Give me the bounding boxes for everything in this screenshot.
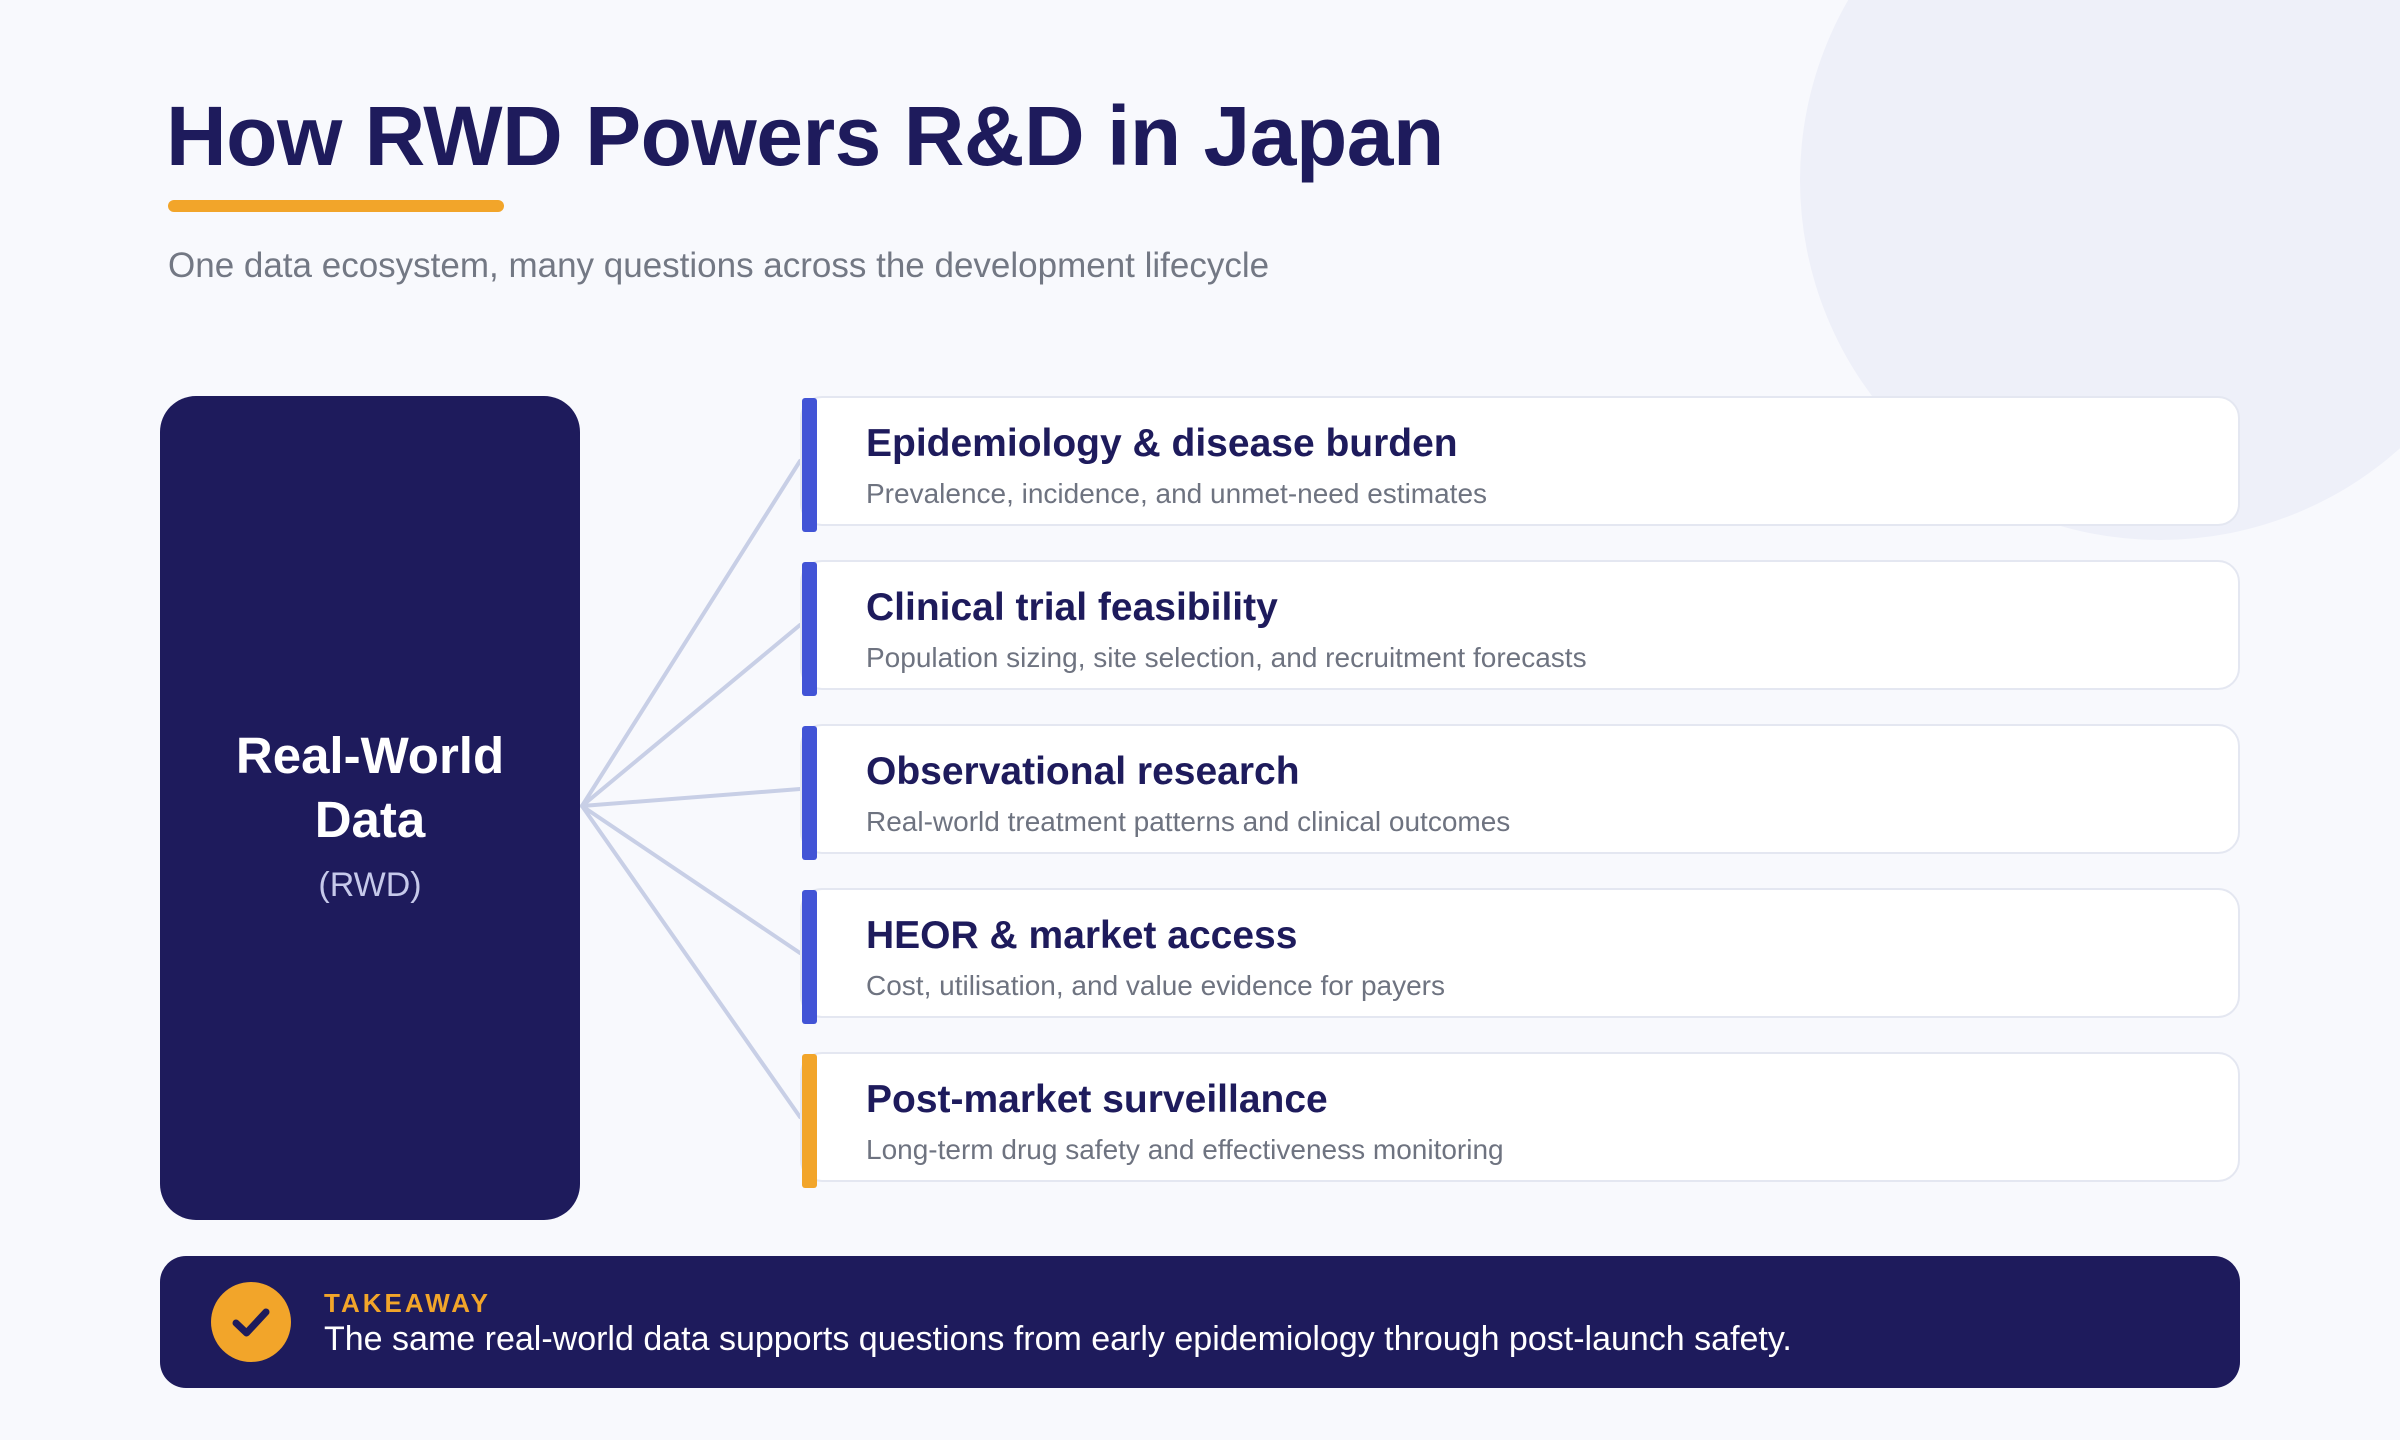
- card-title: HEOR & market access: [866, 914, 1298, 957]
- takeaway-text: The same real-world data supports questi…: [324, 1320, 1792, 1358]
- connector-line: [580, 804, 802, 1119]
- connector-line: [580, 623, 802, 808]
- card-description: Long-term drug safety and effectiveness …: [866, 1134, 1504, 1165]
- use-case-card-observational-research: Observational research Real-world treatm…: [800, 724, 2240, 860]
- card-title: Clinical trial feasibility: [866, 586, 1278, 629]
- use-case-card-epidemiology: Epidemiology & disease burden Prevalence…: [800, 396, 2240, 532]
- card-accent-bar: [802, 398, 817, 532]
- use-case-card-post-market: Post-market surveillance Long-term drug …: [800, 1052, 2240, 1188]
- connector-line: [580, 787, 802, 808]
- use-case-card-heor: HEOR & market access Cost, utilisation, …: [800, 888, 2240, 1024]
- takeaway-label: TAKEAWAY: [324, 1288, 492, 1318]
- rwd-hub: Real-World Data (RWD): [160, 396, 580, 1220]
- card-accent-bar: [802, 890, 817, 1024]
- card-accent-bar: [802, 562, 817, 696]
- card-description: Cost, utilisation, and value evidence fo…: [866, 970, 1445, 1001]
- hub-title: Real-World Data: [235, 727, 505, 848]
- card-title: Observational research: [866, 750, 1300, 793]
- takeaway-banner: TAKEAWAY The same real-world data suppor…: [160, 1256, 2240, 1388]
- connector-line: [580, 459, 802, 808]
- use-case-card-trial-feasibility: Clinical trial feasibility Population si…: [800, 560, 2240, 696]
- card-accent-bar: [802, 1054, 817, 1188]
- card-description: Population sizing, site selection, and r…: [866, 642, 1587, 673]
- hub-subtitle: (RWD): [318, 866, 422, 904]
- card-title: Epidemiology & disease burden: [866, 422, 1458, 465]
- card-description: Prevalence, incidence, and unmet-need es…: [866, 478, 1488, 509]
- card-description: Real-world treatment patterns and clinic…: [866, 806, 1511, 837]
- connector-line: [580, 804, 802, 955]
- check-icon: [211, 1282, 291, 1362]
- card-accent-bar: [802, 726, 817, 860]
- card-title: Post-market surveillance: [866, 1078, 1328, 1121]
